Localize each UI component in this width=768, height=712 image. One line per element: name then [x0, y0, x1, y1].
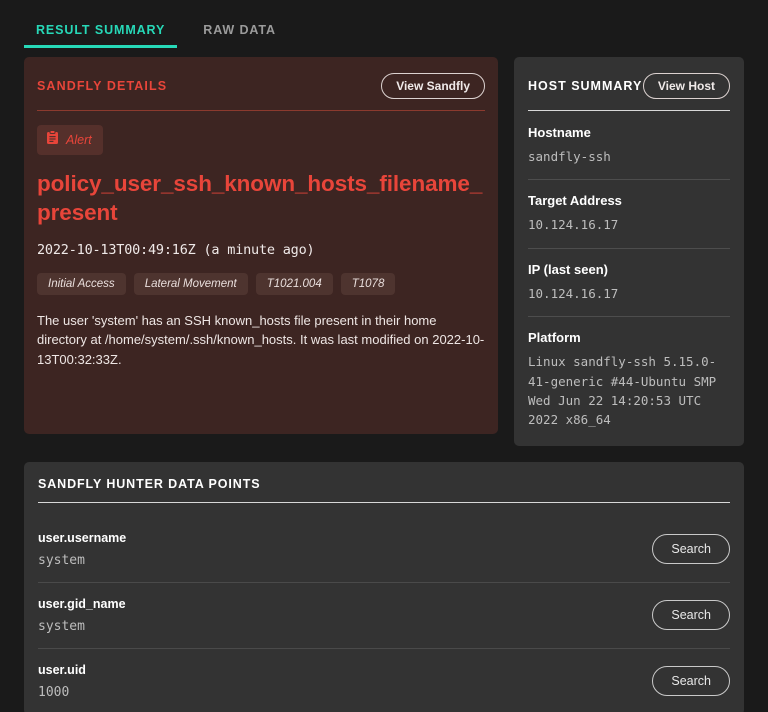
tag-chip[interactable]: Lateral Movement — [133, 272, 248, 295]
field-divider — [528, 179, 730, 181]
host-field-label: IP (last seen) — [528, 261, 608, 277]
host-field-platform: Platform Linux sandfly-ssh 5.15.0-41-gen… — [528, 330, 730, 430]
host-header-divider — [528, 110, 730, 111]
data-point-value: system — [38, 552, 85, 568]
search-button[interactable]: Search — [652, 665, 730, 697]
host-field-label: Target Address — [528, 193, 622, 209]
status-badge: Alert — [37, 125, 103, 155]
data-point-value: 1000 — [38, 684, 70, 700]
alert-timestamp: 2022-10-13T00:49:16Z (a minute ago) — [37, 241, 315, 258]
data-point-key: user.username — [38, 530, 127, 545]
host-field-ip-last-seen: IP (last seen) 10.124.16.17 — [528, 262, 730, 303]
tag-list: Initial Access Lateral Movement T1021.00… — [37, 272, 485, 295]
host-field-label: Platform — [528, 330, 581, 346]
field-divider — [528, 316, 730, 318]
data-point-row: user.gid_name system Search — [38, 583, 730, 649]
tag-chip[interactable]: T1021.004 — [255, 272, 333, 295]
search-button[interactable]: Search — [652, 599, 730, 631]
clipboard-icon — [46, 130, 59, 150]
tab-result-summary[interactable]: RESULT SUMMARY — [24, 23, 178, 48]
view-sandfly-button[interactable]: View Sandfly — [381, 73, 485, 99]
tab-bar: RESULT SUMMARY RAW DATA — [0, 0, 768, 48]
data-point-row: user.uid 1000 Search — [38, 649, 730, 712]
hunter-data-points-panel: SANDFLY HUNTER DATA POINTS user.username… — [24, 461, 744, 712]
host-summary-header: HOST SUMMARY View Host — [528, 73, 730, 110]
field-divider — [528, 247, 730, 249]
sandfly-details-panel: SANDFLY DETAILS View Sandfly Alert polic… — [24, 57, 498, 434]
host-summary-title: HOST SUMMARY — [528, 79, 643, 93]
data-point-row: user.username system Search — [38, 517, 730, 583]
data-point-key: user.gid_name — [38, 596, 126, 611]
host-field-value: Linux sandfly-ssh 5.15.0-41-generic #44-… — [528, 354, 717, 428]
alert-description: The user 'system' has an SSH known_hosts… — [37, 312, 485, 367]
host-field-value: 10.124.16.17 — [528, 285, 619, 301]
data-point-value: system — [38, 618, 85, 634]
data-point-text: user.gid_name system — [38, 597, 126, 634]
host-field-target-address: Target Address 10.124.16.17 — [528, 193, 730, 234]
data-point-text: user.uid 1000 — [38, 663, 86, 700]
host-field-value: sandfly-ssh — [528, 149, 611, 164]
status-badge-label: Alert — [66, 133, 92, 147]
sandfly-details-header: SANDFLY DETAILS View Sandfly — [37, 73, 485, 110]
tag-chip[interactable]: T1078 — [340, 272, 396, 295]
hunter-header-divider — [38, 501, 730, 503]
host-summary-panel: HOST SUMMARY View Host Hostname sandfly-… — [514, 57, 744, 446]
app-page: RESULT SUMMARY RAW DATA SANDFLY DETAILS … — [0, 0, 768, 712]
data-point-key: user.uid — [38, 662, 86, 677]
alert-name: policy_user_ssh_known_hosts_filename_pre… — [37, 171, 483, 225]
host-field-hostname: Hostname sandfly-ssh — [528, 125, 730, 166]
summary-top-row: SANDFLY DETAILS View Sandfly Alert polic… — [0, 48, 768, 446]
search-button[interactable]: Search — [652, 533, 730, 565]
sandfly-details-title: SANDFLY DETAILS — [37, 79, 168, 93]
host-field-label: Hostname — [528, 125, 591, 140]
tag-chip[interactable]: Initial Access — [37, 272, 126, 295]
tab-raw-data[interactable]: RAW DATA — [191, 23, 288, 49]
hunter-data-points-title: SANDFLY HUNTER DATA POINTS — [38, 476, 261, 491]
sandfly-header-divider — [37, 110, 485, 111]
data-point-text: user.username system — [38, 531, 126, 568]
view-host-button[interactable]: View Host — [642, 73, 730, 99]
host-field-value: 10.124.16.17 — [528, 217, 619, 233]
